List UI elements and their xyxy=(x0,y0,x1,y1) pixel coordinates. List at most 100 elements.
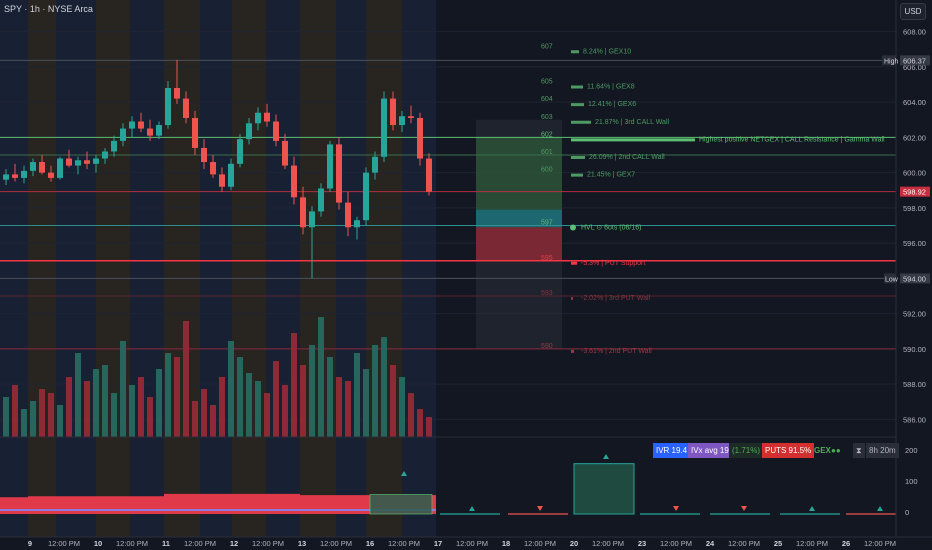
candle-body xyxy=(102,151,108,159)
high-value: 606.37 xyxy=(903,56,926,65)
price-tick-label: 600.00 xyxy=(903,169,926,178)
session-shade xyxy=(366,0,402,537)
volume-bar xyxy=(336,377,342,437)
volume-bar xyxy=(183,321,189,437)
session-shade xyxy=(232,0,266,537)
level-label: Highest positive NETGEX | CALL Resistanc… xyxy=(699,136,885,143)
level-label: -5.3% | PUT Support xyxy=(581,260,645,267)
volume-bar xyxy=(291,333,297,437)
session-shade xyxy=(28,0,56,537)
gex-bar xyxy=(571,85,583,89)
indicator-tick-label: 100 xyxy=(905,477,918,486)
gex-bar xyxy=(571,120,591,124)
candle-body xyxy=(39,162,45,173)
volume-bar xyxy=(327,357,333,437)
price-tick-label: 592.00 xyxy=(903,310,926,319)
volume-bar xyxy=(381,337,387,437)
gex-bar xyxy=(571,50,579,54)
candle-body xyxy=(363,172,369,221)
price-tick-label: 596.00 xyxy=(903,239,926,248)
time-tick-label: 12:00 PM xyxy=(184,539,216,548)
session-shade xyxy=(56,0,96,537)
candle-body xyxy=(219,174,225,187)
volume-bar xyxy=(21,409,27,437)
time-tick-label: 12:00 PM xyxy=(524,539,556,548)
level-strike-label: 605 xyxy=(541,79,553,86)
time-tick-label: 12:00 PM xyxy=(252,539,284,548)
candle-body xyxy=(417,117,423,159)
currency-button[interactable]: USD xyxy=(900,3,926,20)
level-label: 26.09% | 2nd CALL Wall xyxy=(589,154,665,161)
candle-body xyxy=(120,128,126,141)
time-tick-label: 12:00 PM xyxy=(320,539,352,548)
candle-body xyxy=(84,160,90,164)
volume-bar xyxy=(66,377,72,437)
level-strike-label: 595 xyxy=(541,255,553,262)
price-tick-label: 588.00 xyxy=(903,380,926,389)
gex-bar-big xyxy=(573,463,635,515)
time-tick-label: 12:00 PM xyxy=(592,539,624,548)
level-label: HVL ⊙ 6ots (06/16) xyxy=(581,225,641,232)
candle-body xyxy=(255,112,261,124)
ivr-chip: IVR 19.4 xyxy=(653,443,691,458)
time-tick-label: 23 xyxy=(638,539,646,548)
candle-body xyxy=(129,121,135,129)
candle-body xyxy=(165,88,171,126)
volume-bar xyxy=(57,405,63,437)
volume-bar xyxy=(417,409,423,437)
change-chip: (1.71%) xyxy=(729,443,764,458)
time-tick-label: 12:00 PM xyxy=(48,539,80,548)
volume-bar xyxy=(84,381,90,437)
time-tick-label: 20 xyxy=(570,539,578,548)
level-strike-label: 597 xyxy=(541,220,553,227)
level-label: 21.45% | GEX7 xyxy=(587,172,635,179)
candle-body xyxy=(345,202,351,228)
level-strike-label: 604 xyxy=(541,96,553,103)
volume-bar xyxy=(165,353,171,437)
session-shade xyxy=(96,0,130,537)
candle-body xyxy=(111,140,117,152)
level-strike-label: 600 xyxy=(541,167,553,174)
volume-bar xyxy=(129,385,135,437)
volume-bar xyxy=(309,345,315,437)
volume-bar xyxy=(390,365,396,437)
candle-body xyxy=(57,158,63,178)
time-tick-label: 16 xyxy=(366,539,374,548)
candle-body xyxy=(75,160,81,166)
time-tick-label: 10 xyxy=(94,539,102,548)
volume-bar xyxy=(30,401,36,437)
candle-body xyxy=(192,117,198,148)
candle-body xyxy=(300,197,306,228)
gex-status-icon: ●● xyxy=(831,446,841,455)
puts-chip: PUTS 91.5% xyxy=(762,443,815,458)
candle-body xyxy=(399,116,405,126)
level-label: -3.61% | 2nd PUT Wall xyxy=(581,348,652,355)
volume-bar xyxy=(102,365,108,437)
candle-body xyxy=(201,147,207,163)
volume-bar xyxy=(363,369,369,437)
time-tick-label: 12:00 PM xyxy=(728,539,760,548)
volume-bar xyxy=(264,393,270,437)
hvl-marker-icon xyxy=(570,224,576,231)
volume-bar xyxy=(39,389,45,437)
time-tick-label: 12:00 PM xyxy=(796,539,828,548)
candle-body xyxy=(183,98,189,118)
time-tick-label: 26 xyxy=(842,539,850,548)
volume-bar xyxy=(210,405,216,437)
volume-bar xyxy=(48,393,54,437)
level-strike-label: 590 xyxy=(541,343,553,350)
candle-body xyxy=(12,174,18,178)
time-tick-label: 12:00 PM xyxy=(388,539,420,548)
candle-body xyxy=(237,139,243,164)
candle-body xyxy=(273,121,279,141)
gex-bar xyxy=(571,349,574,353)
candle-body xyxy=(390,98,396,126)
chart-canvas[interactable]: 607 8.24% | GEX10 605 11.64% | GEX8 604 12.41… xyxy=(0,0,932,550)
session-shade xyxy=(402,0,436,537)
candle-body xyxy=(336,144,342,203)
time-tick-label: 9 xyxy=(28,539,32,548)
volume-bar xyxy=(372,345,378,437)
time-tick-label: 17 xyxy=(434,539,442,548)
candle-body xyxy=(282,140,288,166)
volume-bar xyxy=(192,401,198,437)
